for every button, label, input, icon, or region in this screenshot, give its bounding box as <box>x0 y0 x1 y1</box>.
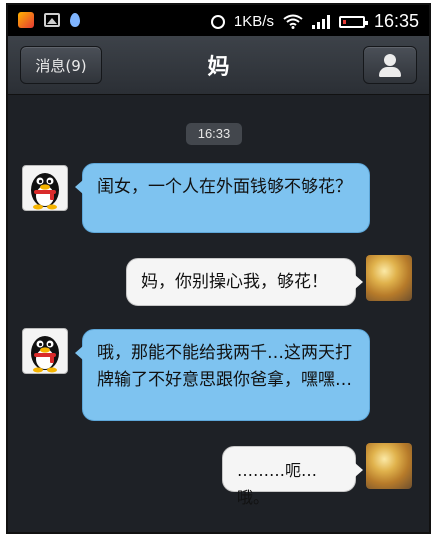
status-left <box>18 12 80 28</box>
message-bubble-incoming[interactable]: 哦，那能不能给我两千…这两天打牌输了不好意思跟你爸拿，嘿嘿… <box>75 329 370 421</box>
phone-screen: 1KB/s 16:35 消息(9) 妈 16:33 闺女，一个人在外面钱够不够花… <box>6 3 431 534</box>
message-bubble-outgoing[interactable]: 妈，你别操心我，够花！ <box>126 258 363 306</box>
contact-profile-button[interactable] <box>363 46 417 84</box>
signal-icon <box>311 14 330 29</box>
penguin-avatar-icon[interactable] <box>22 328 68 374</box>
image-icon <box>44 13 60 27</box>
app-notification-icon <box>18 12 34 28</box>
chat-area[interactable]: 16:33 闺女，一个人在外面钱够不够花？ 妈，你别操心我，够花！ 哦，那能不能… <box>8 95 429 532</box>
alarm-icon <box>210 14 225 29</box>
user-avatar-icon[interactable] <box>366 255 412 301</box>
network-speed: 1KB/s <box>233 13 274 30</box>
message-timestamp: 16:33 <box>186 123 242 145</box>
water-drop-icon <box>70 13 80 27</box>
message-bubble-incoming[interactable]: 闺女，一个人在外面钱够不够花？ <box>75 163 370 233</box>
screenshot-frame: 1KB/s 16:35 消息(9) 妈 16:33 闺女，一个人在外面钱够不够花… <box>0 0 433 535</box>
user-avatar-icon[interactable] <box>366 443 412 489</box>
status-time: 16:35 <box>373 11 419 31</box>
message-bubble-outgoing[interactable]: ………呃…哦。 <box>222 446 363 507</box>
wifi-icon <box>283 14 303 29</box>
status-bar: 1KB/s 16:35 <box>8 5 429 36</box>
status-right: 1KB/s 16:35 <box>210 11 419 32</box>
chat-header: 消息(9) 妈 <box>8 36 429 95</box>
penguin-avatar-icon[interactable] <box>22 165 68 211</box>
battery-icon <box>338 15 368 28</box>
